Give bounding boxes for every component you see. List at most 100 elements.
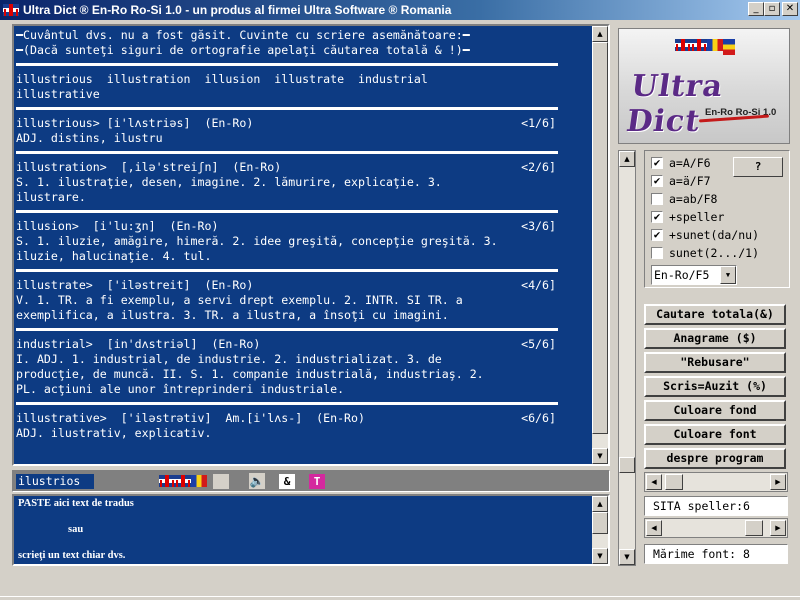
scroll-up-icon[interactable]: ▲ [619, 151, 635, 167]
separator [16, 402, 558, 405]
option-checkbox-row[interactable]: ✔ a=ä/F7 [651, 173, 711, 189]
checkbox-empty-icon[interactable] [651, 193, 663, 205]
results-text: ━Cuvântul dvs. nu a fost găsit. Cuvinte … [16, 28, 594, 441]
window-controls: _ ▫ ✕ [748, 2, 798, 16]
entry-index: <2/6] [521, 160, 556, 174]
suggestions-line[interactable]: illustrious illustration illusion illust… [16, 72, 594, 87]
scroll-thumb[interactable] [592, 42, 608, 434]
font-size-slider[interactable]: ◀ ▶ [644, 518, 788, 538]
paste-textarea[interactable]: PASTE aici text de tradus sau scrieţi un… [12, 494, 610, 566]
entry-definition: ADJ. ilustrativ, explicativ. [16, 426, 212, 440]
option-label: +sunet(da/nu) [669, 228, 760, 242]
uk-flag-icon[interactable] [175, 475, 191, 490]
entry-definition: V. 1. TR. a fi exemplu, a servi drept ex… [16, 293, 463, 307]
logo-brand: Ultra Dict [624, 69, 726, 139]
separator [16, 269, 558, 272]
anagrams-button[interactable]: Anagrame ($) [644, 328, 786, 349]
help-button[interactable]: ? [733, 157, 783, 177]
minimize-button[interactable]: _ [748, 2, 764, 16]
separator [16, 107, 558, 110]
option-checkbox-row[interactable]: ✔ a=A/F6 [651, 155, 711, 171]
entry-definition: producţie, de muncă. II. S. 1. companie … [16, 367, 484, 381]
entry-headword[interactable]: industrial> [in'dʌstriəl] (En-Ro) <5/6] [16, 337, 556, 352]
option-checkbox-row[interactable]: ✔ +speller [651, 209, 724, 225]
uk-flag-icon[interactable] [159, 475, 175, 490]
scroll-up-icon[interactable]: ▲ [592, 496, 608, 512]
input-toolbar: 🔈 & T [12, 470, 610, 492]
paste-hint-2: sau [68, 524, 84, 535]
entry-headword[interactable]: illusion> [i'lu:ʒn] (En-Ro) <3/6] [16, 219, 556, 234]
background-color-button[interactable]: Culoare fond [644, 400, 786, 421]
checkbox-checked-icon[interactable]: ✔ [651, 157, 663, 169]
separator [16, 210, 558, 213]
results-scrollbar[interactable]: ▲ ▼ [592, 26, 608, 464]
suggestions-line[interactable]: illustrative [16, 87, 594, 102]
vertical-slider[interactable]: ▲ ▼ [618, 150, 636, 566]
phonetic-search-button[interactable]: Scris=Auzit (%) [644, 376, 786, 397]
title-bar[interactable]: Ultra Dict ® En-Ro Ro-Si 1.0 - un produs… [0, 0, 800, 20]
app-logo: Ultra Dict En-Ro Ro-Si 1.0 [618, 28, 790, 144]
entry-head-text: illustration> [,ilə'streiʃn] (En-Ro) [16, 160, 282, 174]
maximize-button[interactable]: ▫ [764, 2, 780, 16]
entry-definition: PL. acţiuni ale unor întreprinderi indus… [16, 382, 345, 396]
checkbox-empty-icon[interactable] [651, 247, 663, 259]
scroll-right-icon[interactable]: ▶ [770, 520, 786, 536]
uk-flag-icon [691, 39, 707, 54]
ro-flag-icon [707, 39, 723, 54]
ro-flag-icon[interactable] [191, 475, 207, 490]
scroll-thumb[interactable] [592, 512, 608, 534]
option-label: a=A/F6 [669, 156, 711, 170]
scroll-down-icon[interactable]: ▼ [619, 549, 635, 565]
scroll-down-icon[interactable]: ▼ [592, 448, 608, 464]
entry-index: <3/6] [521, 219, 556, 233]
entry-definition: I. ADJ. 1. industrial, de industrie. 2. … [16, 352, 442, 366]
entry-head-text: illustrate> ['iləstreit] (En-Ro) [16, 278, 254, 292]
scroll-left-icon[interactable]: ◀ [646, 474, 662, 490]
option-label: +speller [669, 210, 725, 224]
entries-list: illustrious> [i'lʌstriəs] (En-Ro) <1/6] AD… [16, 116, 594, 441]
entry-head-text: illusion> [i'lu:ʒn] (En-Ro) [16, 219, 219, 233]
font-color-button[interactable]: Culoare font [644, 424, 786, 445]
checkbox-checked-icon[interactable]: ✔ [651, 175, 663, 187]
word-input[interactable] [16, 474, 94, 489]
results-panel[interactable]: ━Cuvântul dvs. nu a fost găsit. Cuvinte … [12, 24, 610, 466]
scroll-down-icon[interactable]: ▼ [592, 548, 608, 564]
chevron-down-icon[interactable]: ▼ [720, 266, 736, 284]
entry-headword[interactable]: illustrative> ['iləstrətiv] Am.[i'lʌs-] … [16, 411, 556, 426]
option-checkbox-row[interactable]: ✔ +sunet(da/nu) [651, 227, 759, 243]
direction-value: En-Ro/F5 [654, 268, 710, 282]
entry-index: <4/6] [521, 278, 556, 292]
entry-definition: ilustrare. [16, 190, 86, 204]
speaker-icon[interactable]: 🔈 [249, 473, 265, 489]
direction-select[interactable]: En-Ro/F5 ▼ [651, 265, 737, 285]
entry-headword[interactable]: illustrious> [i'lʌstriəs] (En-Ro) <1/6] [16, 116, 556, 131]
paste-scrollbar[interactable]: ▲ ▼ [592, 496, 608, 564]
horizontal-slider[interactable]: ◀ ▶ [644, 472, 788, 492]
scroll-up-icon[interactable]: ▲ [592, 26, 608, 42]
checkbox-checked-icon[interactable]: ✔ [651, 211, 663, 223]
about-button[interactable]: despre program [644, 448, 786, 469]
entry-headword[interactable]: illustration> [,ilə'streiʃn] (En-Ro) <2/6… [16, 160, 556, 175]
crossword-button[interactable]: "Rebusare" [644, 352, 786, 373]
scroll-right-icon[interactable]: ▶ [770, 474, 786, 490]
option-label: sunet(2.../1) [669, 246, 760, 260]
separator [16, 328, 558, 331]
slider-thumb[interactable] [619, 457, 635, 473]
entry-definition: iluzie, halucinaţie. 4. tul. [16, 249, 212, 263]
slider-thumb[interactable] [665, 474, 683, 490]
option-checkbox-row[interactable]: a=ab/F8 [651, 191, 717, 207]
scroll-left-icon[interactable]: ◀ [646, 520, 662, 536]
ampersand-icon[interactable]: & [279, 474, 295, 489]
separator [16, 63, 558, 66]
options-panel: ✔ a=A/F6 ✔ a=ä/F7 a=ab/F8 ✔ +speller ✔ +sunet(da… [644, 150, 790, 288]
paste-hint-3: scrieţi un text chiar dvs. [18, 550, 126, 561]
option-checkbox-row[interactable]: sunet(2.../1) [651, 245, 759, 261]
entry-definition: S. 1. ilustraţie, desen, imagine. 2. lăm… [16, 175, 442, 189]
full-search-button[interactable]: Cautare totala(&) [644, 304, 786, 325]
entry-definition: S. 1. iluzie, amăgire, himeră. 2. idee g… [16, 234, 498, 248]
text-icon[interactable]: T [309, 474, 325, 489]
checkbox-checked-icon[interactable]: ✔ [651, 229, 663, 241]
slider-thumb[interactable] [745, 520, 763, 536]
entry-headword[interactable]: illustrate> ['iləstreit] (En-Ro) <4/6] [16, 278, 556, 293]
close-button[interactable]: ✕ [782, 2, 798, 16]
